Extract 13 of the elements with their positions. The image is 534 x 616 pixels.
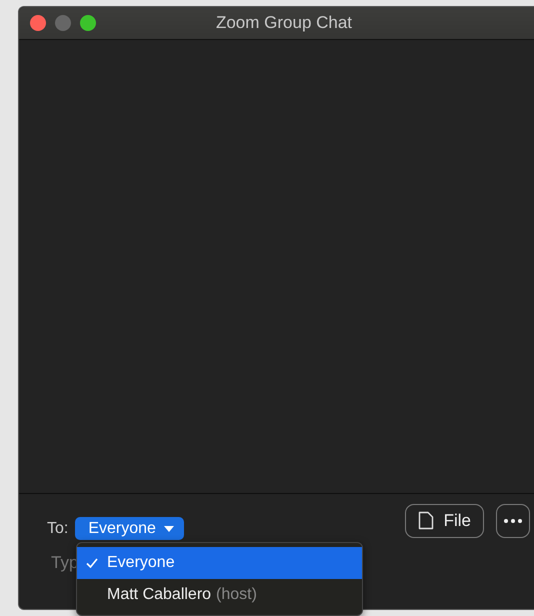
more-button[interactable] [496,504,530,538]
caret-icon [164,526,174,532]
document-icon [418,511,434,530]
recipient-label: To: [47,520,68,538]
recipient-dropdown[interactable]: Everyone [75,517,184,540]
file-button[interactable]: File [404,504,484,538]
zoom-button[interactable] [80,15,96,31]
menu-item[interactable]: Everyone [77,547,362,579]
close-button[interactable] [30,15,46,31]
window-title: Zoom Group Chat [216,13,352,32]
checkmark-icon [86,558,98,568]
ellipsis-icon [504,518,522,522]
menu-item[interactable]: Matt Caballero (host) [77,579,362,611]
